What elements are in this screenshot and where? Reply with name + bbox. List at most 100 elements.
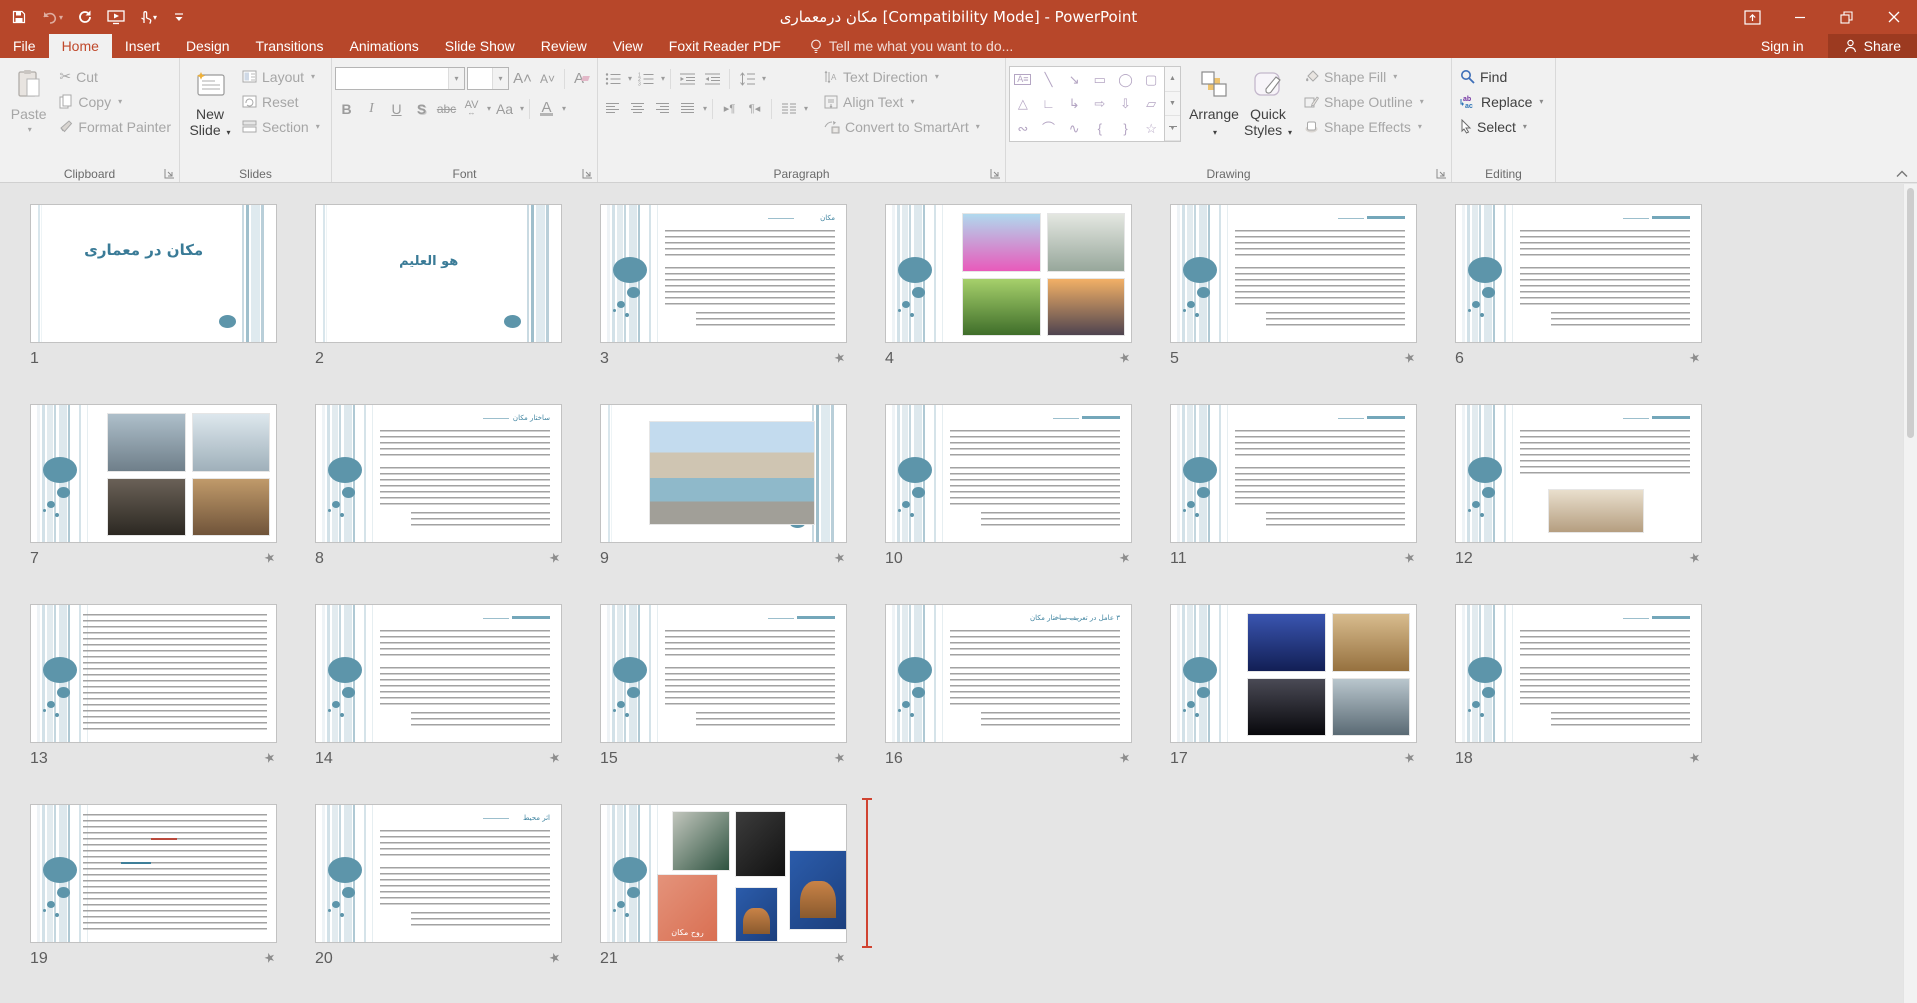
slide-thumbnail-11[interactable]: [1170, 404, 1417, 543]
font-name-combobox[interactable]: ▾: [335, 67, 465, 90]
drawing-dialog-launcher[interactable]: [1436, 168, 1447, 179]
text-shadow-button[interactable]: S: [410, 97, 433, 120]
font-size-dropdown-icon[interactable]: ▾: [492, 68, 508, 89]
arrange-button[interactable]: Arrange▾: [1187, 61, 1241, 163]
clipboard-dialog-launcher[interactable]: [164, 168, 175, 179]
shape-effects-button[interactable]: Shape Effects▾: [1299, 114, 1429, 139]
align-center-button[interactable]: [626, 97, 649, 120]
text-direction-button[interactable]: A Text Direction▾: [819, 64, 995, 89]
slide-thumbnail-10[interactable]: [885, 404, 1132, 543]
align-text-button[interactable]: Align Text▾: [819, 89, 995, 114]
quick-styles-dropdown-icon[interactable]: ▾: [1288, 128, 1292, 137]
touch-mouse-mode-button[interactable]: ▾: [138, 6, 157, 28]
undo-dropdown-icon[interactable]: ▾: [59, 13, 63, 22]
shape-arc-icon[interactable]: ⌒: [1042, 122, 1055, 135]
slide-thumbnail-4[interactable]: [885, 204, 1132, 343]
shape-fill-button[interactable]: Shape Fill▾: [1299, 64, 1429, 89]
tab-animations[interactable]: Animations: [336, 34, 431, 58]
replace-button[interactable]: abac Replace▾: [1455, 89, 1548, 114]
shape-outline-dropdown-icon[interactable]: ▾: [1420, 97, 1424, 106]
paragraph-dialog-launcher[interactable]: [990, 168, 1001, 179]
slide-thumbnail-7[interactable]: [30, 404, 277, 543]
shape-left-brace-icon[interactable]: {: [1098, 122, 1102, 135]
shape-fill-dropdown-icon[interactable]: ▾: [1393, 72, 1397, 81]
minimize-button[interactable]: [1776, 0, 1823, 34]
paste-button[interactable]: Paste ▾: [3, 61, 54, 163]
character-spacing-dropdown-icon[interactable]: ▾: [487, 104, 491, 113]
copy-button[interactable]: Copy▾: [54, 89, 176, 114]
tab-file[interactable]: File: [0, 34, 49, 58]
convert-to-smartart-button[interactable]: Convert to SmartArt▾: [819, 114, 995, 139]
shape-scribble-icon[interactable]: ∾: [1017, 122, 1028, 135]
shape-effects-dropdown-icon[interactable]: ▾: [1418, 122, 1422, 131]
slide-thumbnail-2[interactable]: هو العلیم: [315, 204, 562, 343]
tab-design[interactable]: Design: [173, 34, 243, 58]
slide-thumbnail-20[interactable]: اثر محیط: [315, 804, 562, 943]
shape-rounded-rectangle-icon[interactable]: ▢: [1145, 73, 1157, 86]
shape-outline-button[interactable]: Shape Outline▾: [1299, 89, 1429, 114]
select-dropdown-icon[interactable]: ▾: [1523, 122, 1527, 131]
find-button[interactable]: Find: [1455, 64, 1548, 89]
underline-button[interactable]: U: [385, 97, 408, 120]
clear-formatting-button[interactable]: A: [570, 67, 593, 90]
undo-button[interactable]: ▾: [41, 6, 63, 28]
slide-thumbnail-18[interactable]: [1455, 604, 1702, 743]
tab-transitions[interactable]: Transitions: [243, 34, 337, 58]
shapes-gallery[interactable]: A≡ ╲ ↘ ▭ ◯ ▢ △ ∟ ↳ ⇨ ⇩ ▱ ∾ ⌒ ∿ { }: [1009, 66, 1165, 142]
font-color-dropdown-icon[interactable]: ▾: [562, 104, 566, 113]
left-to-right-text-button[interactable]: ▸¶: [718, 97, 741, 120]
shape-star-icon[interactable]: ☆: [1145, 122, 1157, 135]
paste-dropdown-icon[interactable]: ▾: [28, 122, 32, 138]
slide-thumbnail-21[interactable]: روح مکان: [600, 804, 847, 943]
line-spacing-dropdown-icon[interactable]: ▾: [762, 74, 766, 83]
layout-dropdown-icon[interactable]: ▾: [311, 72, 315, 81]
tab-foxit-reader-pdf[interactable]: Foxit Reader PDF: [656, 34, 794, 58]
slide-thumbnail-14[interactable]: [315, 604, 562, 743]
slide-thumbnail-6[interactable]: [1455, 204, 1702, 343]
close-button[interactable]: [1870, 0, 1917, 34]
shape-rectangle-icon[interactable]: ▭: [1094, 73, 1106, 86]
shape-elbow-arrow-icon[interactable]: ↳: [1069, 97, 1080, 110]
shape-arrow-icon[interactable]: ↘: [1069, 73, 1080, 86]
new-slide-button[interactable]: NewSlide ▾: [183, 61, 237, 163]
font-color-button[interactable]: A: [535, 97, 558, 120]
restore-button[interactable]: [1823, 0, 1870, 34]
slide-thumbnail-12[interactable]: [1455, 404, 1702, 543]
font-size-combobox[interactable]: ▾: [467, 67, 509, 90]
shapes-scroll-down-icon[interactable]: ▼: [1165, 92, 1180, 117]
increase-font-size-button[interactable]: A˄: [511, 67, 534, 90]
slide-thumbnail-1[interactable]: مکان در معماری: [30, 204, 277, 343]
slide-thumbnail-19[interactable]: [30, 804, 277, 943]
slide-thumbnail-17[interactable]: [1170, 604, 1417, 743]
justify-button[interactable]: [676, 97, 699, 120]
text-direction-dropdown-icon[interactable]: ▾: [935, 72, 939, 81]
slide-thumbnail-8[interactable]: ساختار مکان: [315, 404, 562, 543]
tab-review[interactable]: Review: [528, 34, 600, 58]
justify-dropdown-icon[interactable]: ▾: [703, 104, 707, 113]
align-right-button[interactable]: [651, 97, 674, 120]
line-spacing-button[interactable]: [735, 67, 758, 90]
shapes-scroll-up-icon[interactable]: ▲: [1165, 67, 1180, 92]
ribbon-display-options-button[interactable]: [1729, 0, 1776, 34]
shape-triangle-icon[interactable]: △: [1018, 97, 1028, 110]
strikethrough-button[interactable]: abc: [435, 97, 458, 120]
slide-thumbnail-9[interactable]: [600, 404, 847, 543]
shape-elbow-connector-icon[interactable]: ∟: [1042, 97, 1055, 110]
numbering-button[interactable]: 123: [634, 67, 657, 90]
bullets-dropdown-icon[interactable]: ▾: [628, 74, 632, 83]
bullets-button[interactable]: [601, 67, 624, 90]
select-button[interactable]: Select▾: [1455, 114, 1548, 139]
bold-button[interactable]: B: [335, 97, 358, 120]
slide-thumbnail-16[interactable]: ۳ عامل در تعریف ساختار مکان: [885, 604, 1132, 743]
columns-dropdown-icon[interactable]: ▾: [804, 104, 808, 113]
tab-insert[interactable]: Insert: [112, 34, 173, 58]
columns-button[interactable]: [777, 97, 800, 120]
shape-flowchart-icon[interactable]: ▱: [1146, 97, 1156, 110]
slide-thumbnail-13[interactable]: [30, 604, 277, 743]
shape-right-arrow-icon[interactable]: ⇨: [1094, 97, 1105, 110]
share-button[interactable]: Share: [1828, 34, 1917, 58]
right-to-left-text-button[interactable]: ¶◂: [743, 97, 766, 120]
layout-button[interactable]: Layout▾: [237, 64, 325, 89]
shapes-more-icon[interactable]: ▼: [1165, 116, 1180, 141]
shape-down-arrow-icon[interactable]: ⇩: [1120, 97, 1131, 110]
